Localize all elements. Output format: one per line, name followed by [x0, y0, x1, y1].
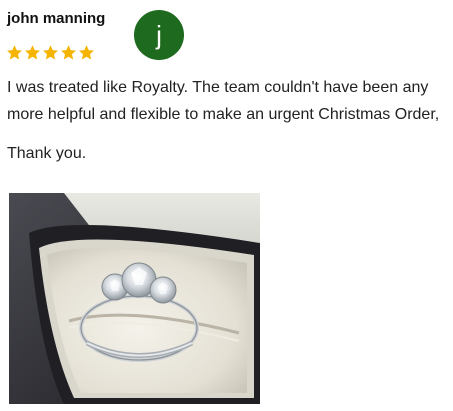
star-icon [79, 45, 94, 60]
review-photo[interactable] [9, 193, 260, 404]
star-rating [6, 44, 95, 64]
star-icon [25, 45, 40, 60]
reviewer-name: john manning [7, 10, 106, 27]
star-icon [43, 45, 58, 60]
star-icon [61, 45, 76, 60]
review-signoff: Thank you. [7, 145, 87, 162]
ring-in-box-image [9, 193, 260, 404]
avatar[interactable]: j [134, 10, 184, 60]
review-text: I was treated like Royalty. The team cou… [7, 79, 440, 123]
star-icon [7, 45, 22, 60]
